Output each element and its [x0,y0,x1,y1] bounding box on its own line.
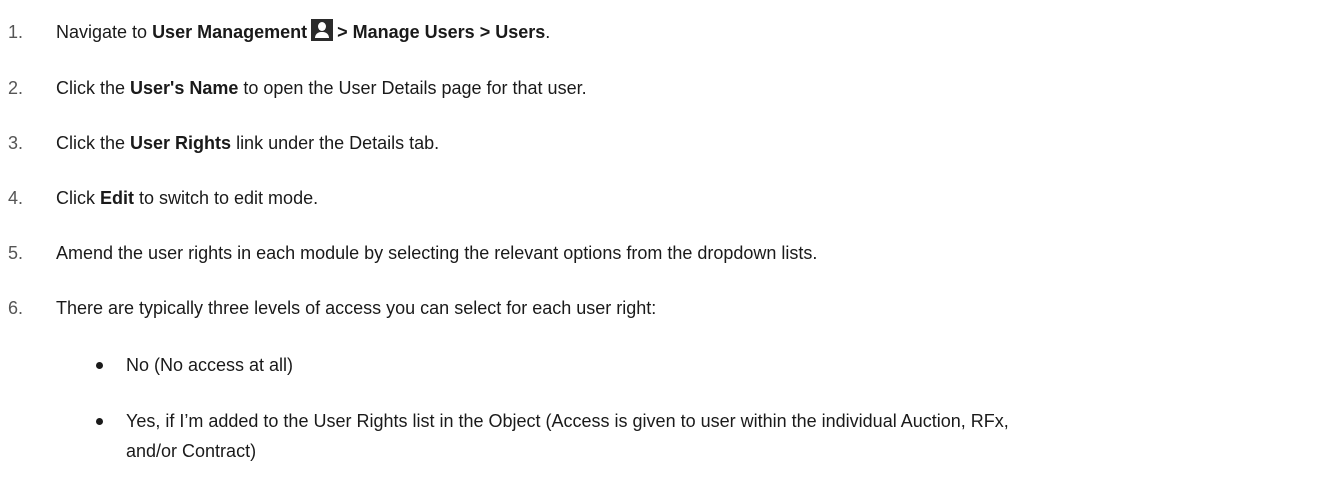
step-number: 5. [8,243,24,263]
bullet-text: No (No access at all) [126,355,294,375]
menu-user-management: User Management [152,22,308,42]
step-number: 4. [8,188,24,208]
menu-path: > Manage Users > Users [337,22,546,42]
step-number: 3. [8,133,24,153]
step-number: 2. [8,78,24,98]
user-icon [311,19,334,41]
step-text: There are typically three levels of acce… [56,298,657,318]
bullet-text: Yes, if I’m added to the User Rights lis… [126,411,1009,431]
step-text: Navigate to User Management > Manage User… [56,17,550,47]
step-text: Click Edit to switch to edit mode. [56,188,319,208]
step-number: 6. [8,298,24,318]
step-number: 1. [8,22,24,42]
step-text: Click the User's Name to open the User D… [56,78,587,98]
bullet-dot [96,362,103,369]
step-text: Click the User Rights link under the Det… [56,133,440,153]
bullet-dot [96,418,103,425]
bullet-text-continued: and/or Contract) [126,441,257,461]
step-text: Amend the user rights in each module by … [56,243,818,263]
